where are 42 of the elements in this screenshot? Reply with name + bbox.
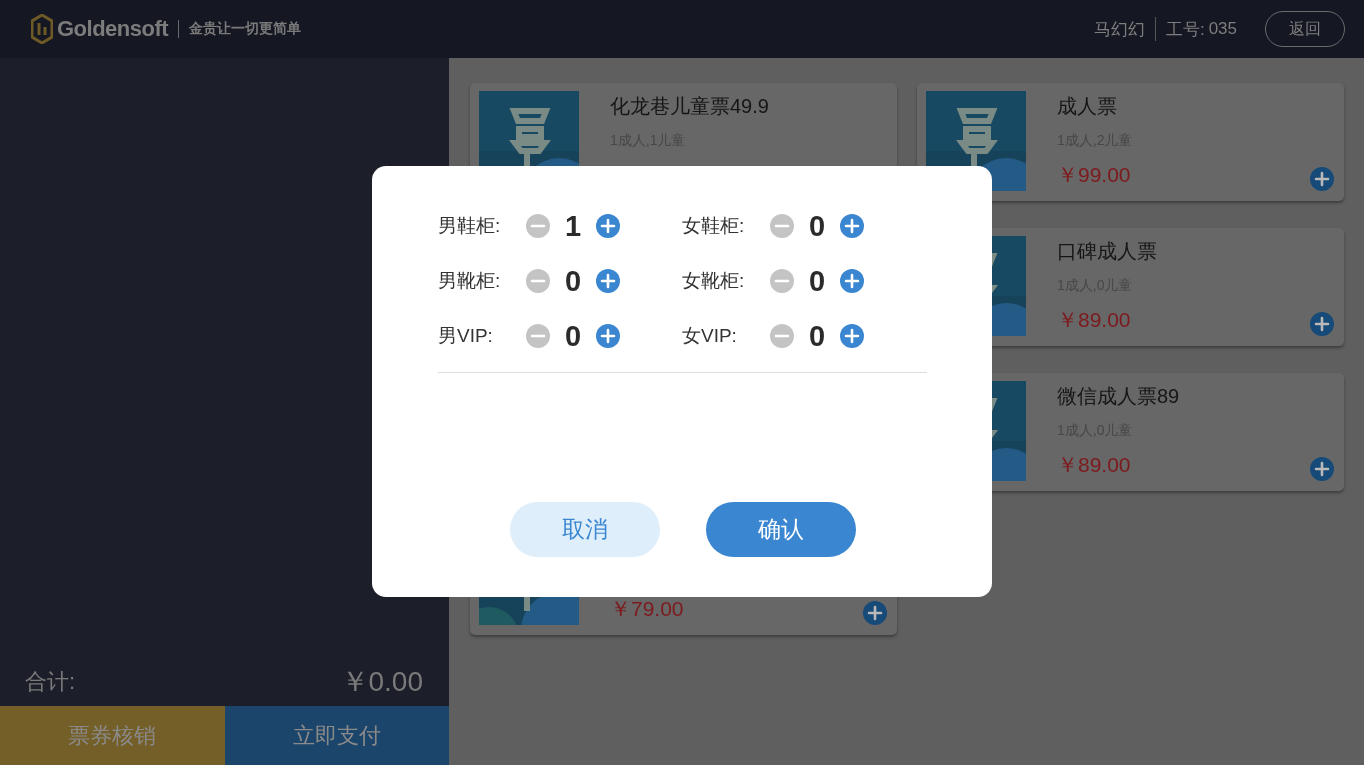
- staff-number: 035: [1208, 19, 1237, 39]
- plus-icon[interactable]: [840, 324, 864, 348]
- brand-name: Goldensoft: [57, 16, 169, 42]
- product-price: ￥79.00: [610, 596, 684, 622]
- plus-icon[interactable]: [1310, 167, 1334, 191]
- counter-value: 0: [807, 209, 827, 243]
- plus-icon[interactable]: [1310, 312, 1334, 336]
- counter-value: 0: [807, 264, 827, 298]
- counter-value: 0: [563, 264, 583, 298]
- plus-icon[interactable]: [840, 269, 864, 293]
- confirm-button[interactable]: 确认: [705, 502, 856, 557]
- logo-icon: [31, 14, 53, 44]
- product-title: 微信成人票89: [1057, 384, 1180, 409]
- plus-icon[interactable]: [596, 324, 620, 348]
- plus-icon[interactable]: [840, 214, 864, 238]
- total-amount: ￥0.00: [340, 665, 423, 699]
- counter-label: 女鞋柜:: [682, 214, 746, 238]
- slogan: 金贵让一切更简单: [189, 20, 302, 38]
- product-price: ￥99.00: [1057, 162, 1132, 188]
- cancel-button[interactable]: 取消: [509, 502, 660, 557]
- plus-icon[interactable]: [596, 214, 620, 238]
- product-title: 化龙巷儿童票49.9: [610, 94, 769, 119]
- product-price: ￥89.00: [1057, 307, 1132, 333]
- plus-icon[interactable]: [1310, 457, 1334, 481]
- counter-label: 女靴柜:: [682, 269, 746, 293]
- product-price: ￥89.00: [1057, 452, 1132, 478]
- product-title: 成人票: [1057, 94, 1118, 119]
- plus-icon[interactable]: [596, 269, 620, 293]
- plus-icon[interactable]: [863, 601, 887, 625]
- total-label: 合计:: [25, 668, 76, 696]
- counter-label: 男靴柜:: [438, 269, 502, 293]
- counter-label: 男鞋柜:: [438, 214, 502, 238]
- user-name: 马幻幻: [1093, 18, 1145, 41]
- voucher-button[interactable]: 票券核销: [0, 706, 225, 765]
- counter-value: 0: [563, 319, 583, 353]
- counter-label: 男VIP:: [438, 324, 494, 348]
- product-title: 口碑成人票: [1057, 239, 1157, 264]
- counter-value: 1: [563, 209, 583, 243]
- counter-value: 0: [807, 319, 827, 353]
- pay-button[interactable]: 立即支付: [224, 706, 449, 765]
- counter-label: 女VIP:: [682, 324, 738, 348]
- staff-label: 工号:: [1165, 18, 1205, 41]
